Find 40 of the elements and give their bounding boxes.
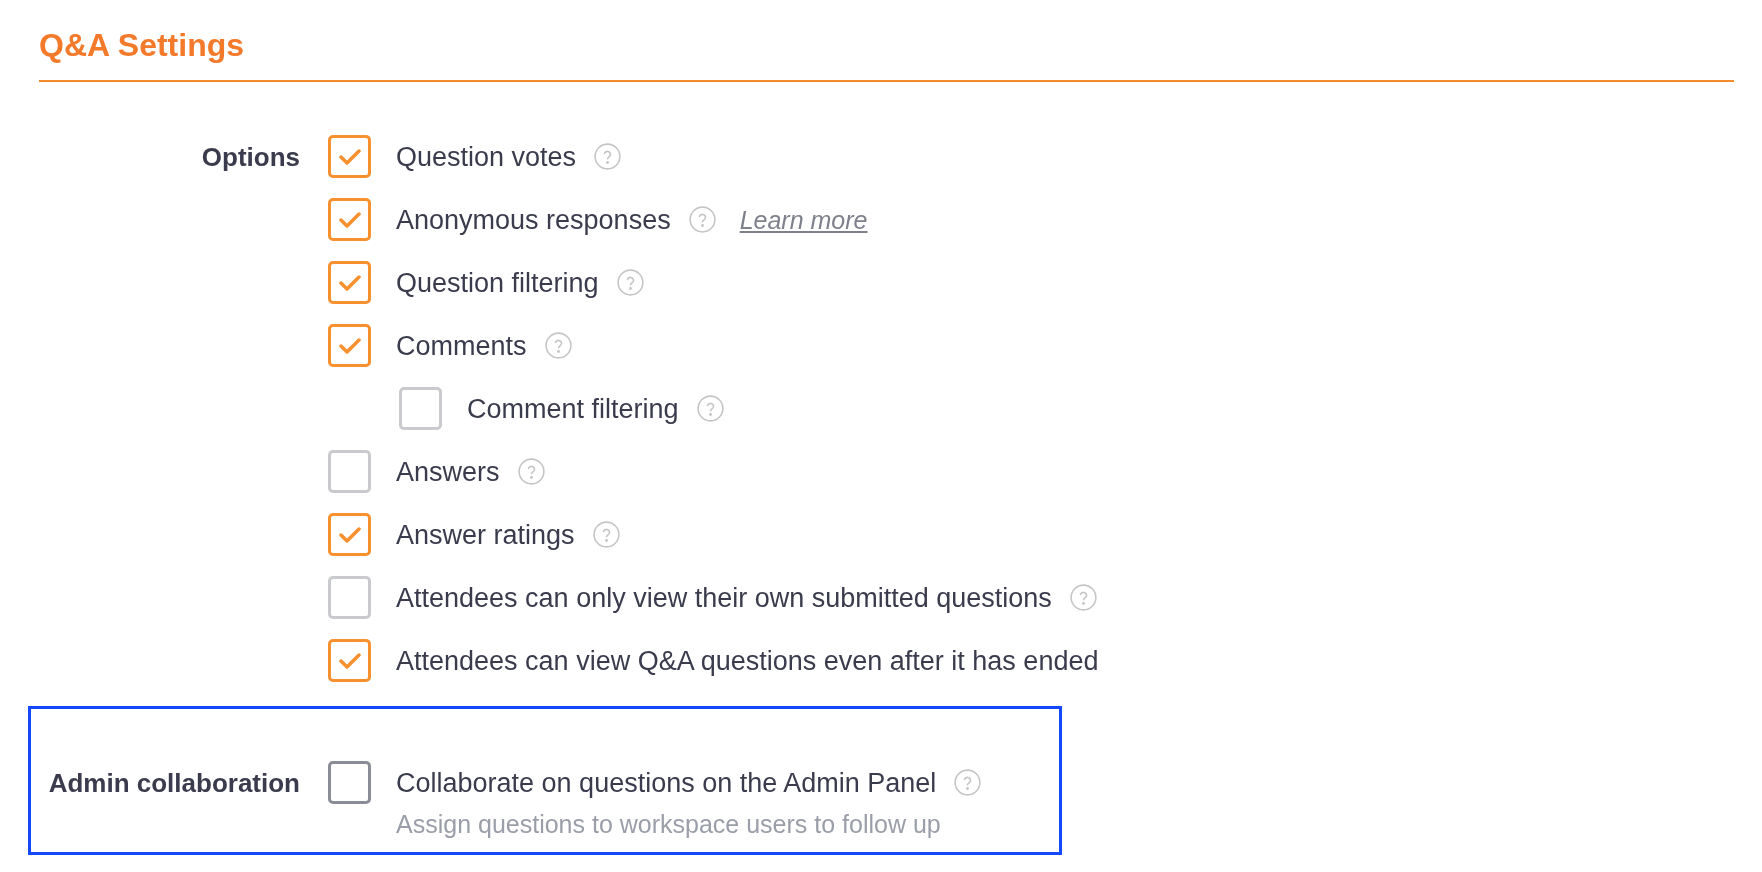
help-icon[interactable] [517,458,545,485]
option-label: Collaborate on questions on the Admin Panel [396,766,937,799]
option-label: Attendees can only view their own submitted questions [396,581,1052,614]
checkmark-icon [338,273,361,292]
help-icon[interactable] [688,206,716,233]
option-label: Comments [396,329,527,362]
checkbox[interactable] [328,576,371,619]
checkbox[interactable] [328,324,371,367]
checkbox[interactable] [328,198,371,241]
checkmark-icon [338,651,361,670]
option-label: Answers [396,455,500,488]
help-icon[interactable] [616,269,644,296]
help-icon[interactable] [696,395,724,422]
help-icon[interactable] [544,332,572,359]
checkbox[interactable] [328,135,371,178]
checkbox[interactable] [328,450,371,493]
checkbox[interactable] [328,761,371,804]
help-icon[interactable] [1069,584,1097,611]
checkbox[interactable] [328,639,371,682]
checkbox[interactable] [328,261,371,304]
learn-more-link[interactable]: Learn more [739,204,868,235]
option-label: Comment filtering [467,392,679,425]
option-label: Question votes [396,140,577,173]
option-label: Anonymous responses [396,203,671,236]
option-label: Attendees can view Q&A questions even after it has ended [396,644,1099,677]
option-label: Answer ratings [396,518,575,551]
help-icon[interactable] [594,143,622,170]
checkbox[interactable] [399,387,442,430]
option-description: Assign questions to workspace users to follow up [396,810,942,838]
checkmark-icon [338,525,361,544]
section-label: Admin collaboration [48,766,300,799]
checkmark-icon [338,147,361,166]
option-label: Question filtering [396,266,599,299]
help-icon[interactable] [954,769,982,796]
section-label: Options [201,140,300,173]
checkbox[interactable] [328,513,371,556]
checkmark-icon [338,210,361,229]
checkmark-icon [338,336,361,355]
help-icon[interactable] [592,521,620,548]
page-title: Q&A Settings [39,26,245,64]
